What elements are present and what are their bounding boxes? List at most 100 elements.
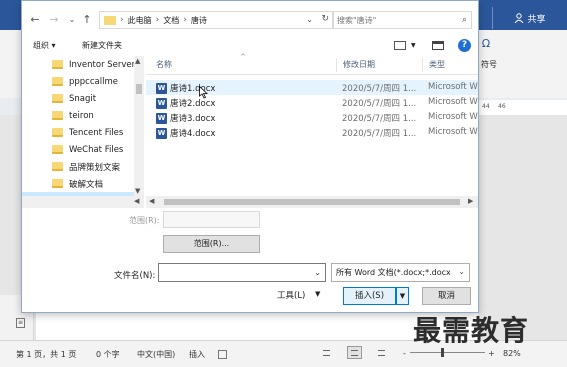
macro-icon[interactable] [218,350,227,359]
chevron-right-icon: › [155,15,160,25]
folder-icon [52,111,63,120]
forward-arrow-icon[interactable]: → [47,13,61,27]
filetype-select[interactable]: 所有 Word 文档(*.docx;*.docx ⌄ [331,263,470,282]
print-layout-button[interactable] [347,346,362,359]
nav-item-brand-planning[interactable]: 品牌策划文案 [22,158,143,175]
column-header-modified[interactable]: 修改日期 [336,58,375,72]
file-name: 唐诗3.docx [170,114,216,124]
file-row[interactable]: W 唐诗4.docx 2020/5/7/周四 1... Microsoft W [146,125,478,140]
nav-item-inventor-server[interactable]: Inventor Server [22,56,143,73]
file-row[interactable]: W 唐诗3.docx 2020/5/7/周四 1... Microsoft W [146,110,478,125]
file-row[interactable]: W 唐诗2.docx 2020/5/7/周四 1... Microsoft W [146,95,478,110]
file-modified: 2020/5/7/周四 1... [342,114,417,124]
breadcrumb-tangshi[interactable]: 唐诗 [191,15,207,26]
insert-button[interactable]: 插入(S) [343,287,396,305]
search-input[interactable] [337,15,462,25]
read-mode-button[interactable] [319,346,334,359]
range-input [163,211,260,228]
page-count[interactable]: 第 1 页，共 1 页 [16,349,76,360]
zoom-level[interactable]: 82% [503,349,521,358]
scroll-left-icon[interactable]: ◀ [149,197,154,205]
column-header-type[interactable]: 类型 [422,58,445,72]
zoom-slider-track[interactable] [410,352,485,353]
person-icon [515,13,524,23]
search-box[interactable]: ⌕ [332,11,472,29]
nav-item-snagit[interactable]: Snagit [22,90,143,107]
zoom-out-button[interactable]: - [403,349,406,358]
word-count[interactable]: 0 个字 [96,349,120,360]
file-name-cell[interactable]: W 唐诗4.docx [156,127,215,139]
chevron-down-icon[interactable]: ⌄ [314,268,321,277]
folder-icon [52,162,63,171]
refresh-icon[interactable]: ↻ [321,14,329,24]
range-label: 范围(R): [129,216,160,225]
chevron-down-icon[interactable]: ⌄ [458,267,465,276]
ruler-mark: 44 [482,103,490,110]
breadcrumb-documents[interactable]: 文档 [163,15,179,26]
scrollbar-thumb[interactable] [136,84,142,94]
tools-dropdown-icon[interactable]: ▼ [315,290,320,298]
cancel-button[interactable]: 取消 [422,287,471,305]
back-arrow-icon[interactable]: ← [28,13,42,27]
nav-item-label: pppccallme [69,76,118,87]
word-doc-icon: W [156,112,167,124]
range-button[interactable]: 范围(R)... [163,235,260,253]
nav-item-pppccallme[interactable]: pppccallme [22,73,143,90]
file-name: 唐诗1.docx [170,84,216,94]
file-list: ^ 名称 修改日期 类型 W 唐诗1.docx 2020/5/7/周四 1... … [146,53,478,196]
insert-dropdown-icon[interactable]: ▼ [396,287,409,305]
folder-icon [104,15,116,25]
filename-input[interactable]: ⌄ [158,263,326,282]
help-icon[interactable]: ? [458,39,471,52]
search-icon[interactable]: ⌕ [462,15,467,25]
view-dropdown-icon[interactable]: ▼ [411,42,416,49]
scroll-left-icon[interactable]: ◀ [134,197,139,205]
folder-icon [52,128,63,137]
nav-item-wechat-files[interactable]: WeChat Files [22,141,143,158]
share-button[interactable]: 共享 [492,7,567,29]
file-type: Microsoft W [428,127,478,137]
tools-button[interactable]: 工具(L) [277,289,305,301]
chevron-right-icon: › [183,15,187,25]
breadcrumb[interactable]: › 此电脑 › 文档 › 唐诗 ⌄ ↻ [99,11,334,29]
nav-item-label: 破解文档 [69,179,104,190]
file-list-hscroll[interactable]: ◀ ▶ [146,196,478,208]
recent-dropdown-icon[interactable]: ⌄ [65,13,79,27]
preview-pane-icon[interactable] [432,41,444,50]
nav-item-label: WeChat Files [69,144,124,155]
document-marker-icon: ≡ [16,318,25,328]
filetype-value: 所有 Word 文档(*.docx;*.docx [336,268,451,277]
word-doc-icon: W [156,97,167,109]
zoom-in-button[interactable]: + [488,349,495,358]
view-options-icon[interactable] [394,41,406,50]
folder-icon [52,77,63,86]
scrollbar-thumb[interactable] [164,199,460,205]
chevron-down-icon[interactable]: ⌄ [306,15,313,24]
nav-item-tencent-files[interactable]: Tencent Files [22,124,143,141]
up-arrow-icon[interactable]: ↑ [80,13,94,27]
zoom-slider-thumb[interactable] [441,348,444,357]
nav-item-crack-docs[interactable]: 破解文档 [22,175,143,192]
file-modified: 2020/5/7/周四 1... [342,99,417,109]
scroll-right-icon[interactable]: ▶ [468,197,473,205]
file-name: 唐诗4.docx [170,129,216,139]
symbol-label[interactable]: 符号 [481,59,497,70]
chevron-right-icon: › [120,15,124,25]
language-indicator[interactable]: 中文(中国) [137,349,175,360]
breadcrumb-this-pc[interactable]: 此电脑 [128,15,152,26]
file-name-cell[interactable]: W 唐诗3.docx [156,112,215,124]
folder-icon [52,94,63,103]
new-folder-button[interactable]: 新建文件夹 [82,40,122,51]
organize-menu[interactable]: 组织 ▾ [33,40,56,51]
column-header-name[interactable]: 名称 [146,58,172,72]
nav-pane-scrollbar[interactable]: ▲ ▼ [134,56,144,196]
scroll-up-icon[interactable]: ▲ [135,57,140,65]
omega-symbol-icon[interactable]: Ω [479,37,493,51]
web-layout-button[interactable] [374,346,389,359]
nav-item-teiron[interactable]: teiron [22,107,143,124]
nav-pane-hscroll[interactable]: ◀ [22,196,144,208]
insert-mode[interactable]: 插入 [189,349,205,360]
scroll-down-icon[interactable]: ▼ [135,187,140,195]
file-modified: 2020/5/7/周四 1... [342,129,417,139]
file-row[interactable]: W 唐诗1.docx 2020/5/7/周四 1... Microsoft W [146,80,478,95]
